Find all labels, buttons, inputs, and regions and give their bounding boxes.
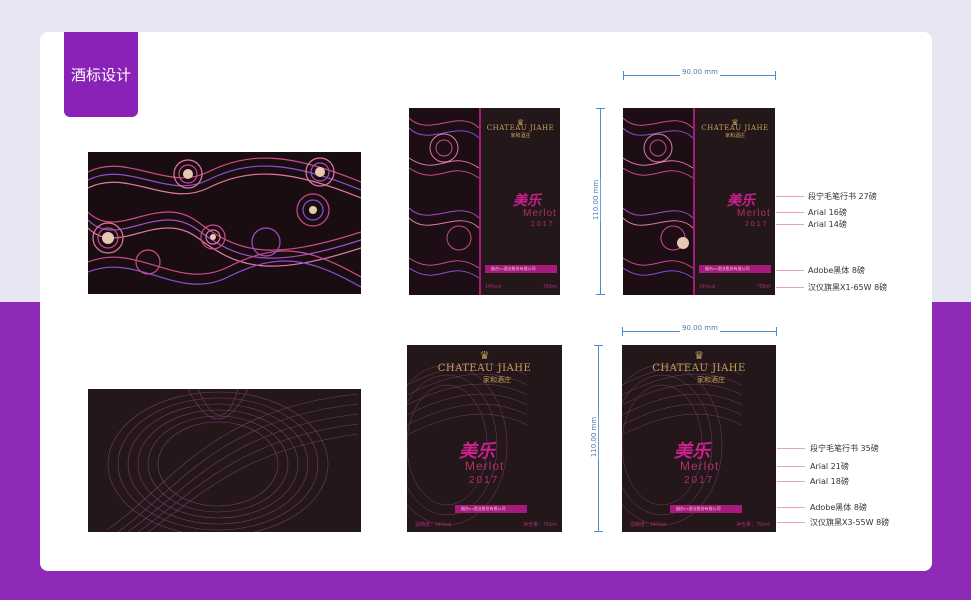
- annotation-top-1: 段宁毛笔行书 27磅: [808, 192, 877, 201]
- label-c-volume: 净含量：750ml: [523, 522, 557, 528]
- label-d-volume: 净含量：750ml: [736, 522, 770, 528]
- annotation-line: [776, 270, 804, 271]
- label-d-abv: 酒精度：14%vol: [630, 522, 667, 528]
- label-c-year: 2017: [469, 475, 500, 486]
- label-c-brand-cn: 家和酒庄: [483, 376, 511, 384]
- height-dimension-tick-top-bottom: [594, 345, 603, 346]
- annotation-line: [776, 212, 804, 213]
- width-dimension-label-top: 90.00 mm: [680, 68, 720, 76]
- label-b-year: 2017: [745, 221, 769, 228]
- label-b-company: 烟台××酒业股份有限公司: [705, 266, 750, 271]
- swirl-pattern: [88, 157, 361, 288]
- label-a-volume: 750ml: [543, 284, 557, 290]
- annotation-top-4: Adobe黑体 8磅: [808, 266, 865, 275]
- height-dimension-tick-bottom-bottom: [594, 531, 603, 532]
- label-c-variety: Merlot: [465, 459, 505, 473]
- label-d-brand-en: CHATEAU JIAHE: [652, 363, 746, 374]
- wine-label-a: ♛ CHATEAU JIAHE 家和酒庄 美乐 Merlot 2017 烟台××…: [409, 108, 560, 295]
- wine-label-b: ♛ CHATEAU JIAHE 家和酒庄 美乐 Merlot 2017 烟台××…: [623, 108, 775, 295]
- width-dimension-label-bottom: 90.00 mm: [680, 324, 720, 332]
- label-c-brand-en: CHATEAU JIAHE: [437, 363, 532, 374]
- label-a-swirl-art: [409, 108, 479, 295]
- swirl-pattern-panel: [88, 152, 361, 294]
- height-dimension-tick-top-top: [596, 108, 605, 109]
- label-d-variety: Merlot: [680, 459, 720, 473]
- width-dimension-tick-left-bottom: [622, 327, 623, 336]
- label-a-abv: 14%vol: [485, 284, 502, 290]
- annotation-line: [776, 287, 804, 288]
- label-d-brand-cn: 家和酒庄: [697, 376, 725, 384]
- annotation-line: [776, 224, 804, 225]
- label-b-abv: 14%vol: [699, 284, 716, 290]
- label-a-brand-cn: 家和酒庄: [510, 133, 531, 139]
- annotation-bottom-3: Arial 18磅: [810, 477, 849, 486]
- height-dimension-label-bottom: 110.00 mm: [590, 414, 599, 460]
- label-b-swirl-art: [623, 108, 693, 295]
- label-d-company: 烟台××酒业股份有限公司: [676, 506, 721, 511]
- annotation-bottom-1: 段宁毛笔行书 35磅: [810, 444, 879, 453]
- width-dimension-tick-right-bottom: [776, 327, 777, 336]
- label-a-variety: Merlot: [523, 208, 557, 219]
- label-a-year: 2017: [531, 221, 555, 228]
- label-b-name-cn: 美乐: [727, 193, 755, 209]
- label-d-year: 2017: [684, 475, 715, 486]
- label-a-company: 烟台××酒业股份有限公司: [491, 266, 536, 271]
- annotation-line: [777, 507, 805, 508]
- annotation-bottom-2: Arial 21磅: [810, 462, 849, 471]
- wine-label-c: ♛ CHATEAU JIAHE 家和酒庄 美乐 Merlot 2017 烟台××…: [407, 345, 562, 532]
- crown-icon: ♛: [479, 349, 490, 362]
- label-a-name-cn: 美乐: [513, 193, 541, 209]
- annotation-line: [776, 196, 804, 197]
- crown-icon: ♛: [694, 349, 704, 362]
- lineart-pattern: [107, 389, 359, 532]
- height-dimension-label-top: 110.00 mm: [592, 177, 601, 223]
- annotation-top-3: Arial 14磅: [808, 220, 847, 229]
- label-b-brand-en: CHATEAU JIAHE: [701, 124, 769, 132]
- lineart-pattern-panel: [88, 389, 361, 532]
- label-a-brand-en: CHATEAU JIAHE: [486, 124, 555, 132]
- height-dimension-tick-bottom-top: [596, 294, 605, 295]
- annotation-top-5: 汉仪旗黑X1-65W 8磅: [808, 283, 888, 292]
- annotation-line: [777, 448, 805, 449]
- annotation-line: [777, 481, 805, 482]
- annotation-line: [777, 522, 805, 523]
- width-dimension-tick-right-top: [775, 71, 776, 80]
- annotation-bottom-4: Adobe黑体 8磅: [810, 503, 867, 512]
- label-b-variety: Merlot: [737, 208, 771, 219]
- label-b-brand-cn: 家和酒庄: [724, 133, 745, 139]
- label-c-company: 烟台××酒业股份有限公司: [461, 506, 506, 511]
- annotation-bottom-5: 汉仪旗黑X3-55W 8磅: [810, 518, 890, 527]
- annotation-top-2: Arial 16磅: [808, 208, 847, 217]
- page-title: 酒标设计: [64, 32, 138, 117]
- width-dimension-tick-left-top: [623, 71, 624, 80]
- annotation-line: [777, 466, 805, 467]
- wine-label-d: ♛ CHATEAU JIAHE 家和酒庄 美乐 Merlot 2017 烟台××…: [622, 345, 776, 532]
- label-c-abv: 酒精度：14%vol: [415, 522, 452, 528]
- label-b-volume: 750ml: [757, 284, 771, 290]
